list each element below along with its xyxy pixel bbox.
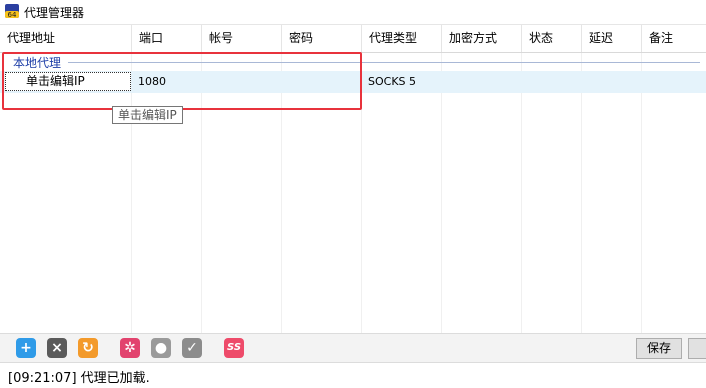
svg-text:64: 64 (8, 11, 17, 19)
proxy-app-icon: 64 (5, 4, 19, 19)
column-header-status[interactable]: 状态 (522, 25, 582, 52)
column-divider (641, 53, 642, 333)
column-divider (581, 53, 582, 333)
edit-ip-tooltip: 单击编辑IP (112, 106, 183, 124)
save-button[interactable]: 保存 (636, 338, 682, 359)
bottom-toolbar: + × ↻ ✲ ● ✓ SS 保存 (0, 333, 706, 362)
column-header-latency[interactable]: 延迟 (582, 25, 642, 52)
refresh-icon[interactable]: ↻ (78, 338, 98, 358)
ss-icon[interactable]: SS (224, 338, 244, 358)
settings-icon[interactable]: ✲ (120, 338, 140, 358)
column-header-account[interactable]: 帐号 (202, 25, 282, 52)
column-header-note[interactable]: 备注 (642, 25, 706, 52)
status-bar: [09:21:07] 代理已加载. (0, 362, 706, 388)
proxy-type-cell[interactable]: SOCKS 5 (368, 71, 416, 93)
column-divider (441, 53, 442, 333)
title-bar: 64 代理管理器 (0, 0, 706, 25)
column-divider (521, 53, 522, 333)
column-header-proxy-type[interactable]: 代理类型 (362, 25, 442, 52)
more-button[interactable] (688, 338, 706, 359)
window-title: 代理管理器 (24, 6, 85, 20)
table-header: 代理地址 端口 帐号 密码 代理类型 加密方式 状态 延迟 备注 (0, 25, 706, 53)
column-header-address[interactable]: 代理地址 (0, 25, 132, 52)
highlight-annotation-box (2, 52, 362, 110)
check-icon[interactable]: ✓ (182, 338, 202, 358)
lightbulb-icon[interactable]: ● (151, 338, 171, 358)
status-message: [09:21:07] 代理已加载. (8, 371, 150, 386)
column-header-encryption[interactable]: 加密方式 (442, 25, 522, 52)
column-header-password[interactable]: 密码 (282, 25, 362, 52)
column-header-port[interactable]: 端口 (132, 25, 202, 52)
delete-icon[interactable]: × (47, 338, 67, 358)
add-icon[interactable]: + (16, 338, 36, 358)
